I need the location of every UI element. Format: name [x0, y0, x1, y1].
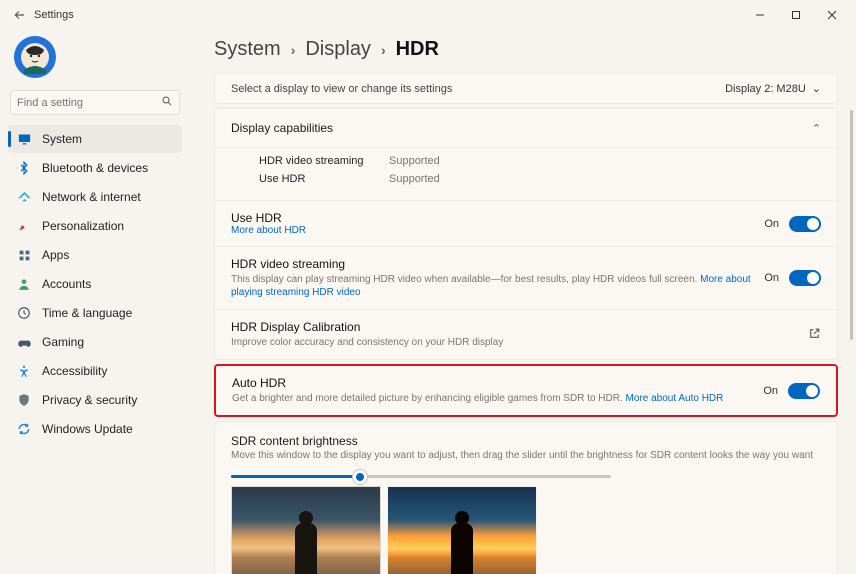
nav-label: System [42, 132, 82, 146]
search-icon [161, 95, 173, 110]
scrollbar[interactable] [850, 110, 853, 340]
breadcrumb-system[interactable]: System [214, 38, 281, 61]
toggle-state: On [764, 272, 779, 284]
calibration-sub: Improve color accuracy and consistency o… [231, 336, 808, 349]
breadcrumb-hdr: HDR [396, 38, 439, 61]
nav-label: Gaming [42, 335, 84, 349]
brush-icon [16, 218, 32, 234]
maximize-button[interactable] [778, 5, 814, 25]
gamepad-icon [16, 334, 32, 350]
minimize-button[interactable] [742, 5, 778, 25]
breadcrumb-display[interactable]: Display [305, 38, 371, 61]
nav-item-accessibility[interactable]: Accessibility [8, 357, 182, 385]
nav-label: Privacy & security [42, 393, 137, 407]
nav-label: Network & internet [42, 190, 141, 204]
nav-label: Personalization [42, 219, 124, 233]
auto-hdr-card: Auto HDR Get a brighter and more detaile… [214, 364, 838, 417]
display-select-dropdown[interactable]: Display 2: M28U ⌄ [725, 82, 821, 95]
nav-item-update[interactable]: Windows Update [8, 415, 182, 443]
capability-row: HDR video streaming Supported [259, 152, 821, 170]
sdr-title: SDR content brightness [231, 434, 821, 448]
nav-label: Apps [42, 248, 69, 262]
main-content: System › Display › HDR Select a display … [190, 30, 856, 574]
display-select-value: Display 2: M28U [725, 83, 806, 95]
display-select-card: Select a display to view or change its s… [214, 73, 838, 104]
hdr-calibration-row[interactable]: HDR Display Calibration Improve color ac… [215, 310, 837, 359]
accessibility-icon [16, 363, 32, 379]
hdr-streaming-toggle[interactable] [789, 270, 821, 286]
breadcrumb: System › Display › HDR [214, 38, 838, 61]
search-input[interactable] [17, 97, 161, 109]
capability-key: HDR video streaming [259, 155, 389, 167]
slider-thumb[interactable] [353, 470, 367, 484]
back-button[interactable] [6, 8, 34, 22]
bluetooth-icon [16, 160, 32, 176]
update-icon [16, 421, 32, 437]
nav-item-network[interactable]: Network & internet [8, 183, 182, 211]
auto-hdr-row: Auto HDR Get a brighter and more detaile… [216, 366, 836, 415]
nav-item-time[interactable]: Time & language [8, 299, 182, 327]
sdr-brightness-slider[interactable] [231, 475, 611, 478]
close-button[interactable] [814, 5, 850, 25]
shield-icon [16, 392, 32, 408]
capabilities-header[interactable]: Display capabilities ⌃ [215, 109, 837, 148]
sidebar: System Bluetooth & devices Network & int… [0, 30, 190, 574]
nav-item-privacy[interactable]: Privacy & security [8, 386, 182, 414]
calibration-title: HDR Display Calibration [231, 320, 808, 334]
nav-item-accounts[interactable]: Accounts [8, 270, 182, 298]
use-hdr-toggle[interactable] [789, 216, 821, 232]
window-title: Settings [34, 9, 74, 21]
monitor-icon [16, 131, 32, 147]
chevron-right-icon: › [291, 42, 296, 58]
use-hdr-row: Use HDR More about HDR On [215, 201, 837, 246]
wifi-icon [16, 189, 32, 205]
nav-item-apps[interactable]: Apps [8, 241, 182, 269]
auto-hdr-sub: Get a brighter and more detailed picture… [232, 392, 763, 405]
nav-item-personalization[interactable]: Personalization [8, 212, 182, 240]
nav-label: Bluetooth & devices [42, 161, 148, 175]
sdr-preview-image [231, 486, 381, 574]
grid-icon [16, 247, 32, 263]
nav-item-system[interactable]: System [8, 125, 182, 153]
more-auto-hdr-link[interactable]: More about Auto HDR [626, 393, 724, 404]
auto-hdr-title: Auto HDR [232, 376, 763, 390]
hdr-preview-image [387, 486, 537, 574]
titlebar: Settings [0, 0, 856, 30]
window-controls [742, 5, 850, 25]
nav-item-gaming[interactable]: Gaming [8, 328, 182, 356]
display-capabilities-card: Display capabilities ⌃ HDR video streami… [214, 108, 838, 360]
search-box[interactable] [10, 90, 180, 115]
nav-label: Time & language [42, 306, 132, 320]
sdr-sub: Move this window to the display you want… [231, 450, 821, 461]
capability-key: Use HDR [259, 173, 389, 185]
person-icon [16, 276, 32, 292]
more-about-hdr-link[interactable]: More about HDR [231, 225, 764, 236]
capability-row: Use HDR Supported [259, 170, 821, 188]
nav-label: Windows Update [42, 422, 133, 436]
open-external-icon[interactable] [808, 327, 821, 343]
auto-hdr-toggle[interactable] [788, 383, 820, 399]
capabilities-title: Display capabilities [231, 121, 333, 135]
hdr-preview: HDR content (for comparison) [387, 486, 537, 574]
hdr-streaming-row: HDR video streaming This display can pla… [215, 247, 837, 309]
chevron-up-icon: ⌃ [812, 122, 821, 135]
use-hdr-title: Use HDR [231, 211, 764, 225]
chevron-down-icon: ⌄ [812, 82, 821, 95]
capability-value: Supported [389, 155, 440, 167]
display-select-label: Select a display to view or change its s… [231, 83, 452, 95]
hdr-streaming-title: HDR video streaming [231, 257, 764, 271]
sdr-brightness-card: SDR content brightness Move this window … [214, 421, 838, 574]
hdr-streaming-sub: This display can play streaming HDR vide… [231, 273, 764, 299]
clock-icon [16, 305, 32, 321]
toggle-state: On [764, 218, 779, 230]
nav-label: Accessibility [42, 364, 107, 378]
sdr-preview: SDR content [231, 486, 381, 574]
nav-label: Accounts [42, 277, 91, 291]
chevron-right-icon: › [381, 42, 386, 58]
capability-value: Supported [389, 173, 440, 185]
user-avatar[interactable] [14, 36, 56, 78]
nav-list: System Bluetooth & devices Network & int… [8, 125, 182, 443]
toggle-state: On [763, 385, 778, 397]
nav-item-bluetooth[interactable]: Bluetooth & devices [8, 154, 182, 182]
